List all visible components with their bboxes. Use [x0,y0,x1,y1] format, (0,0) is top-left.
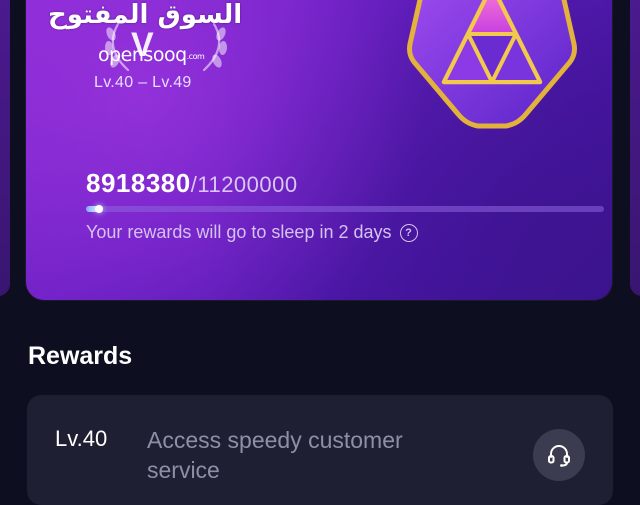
points-total: 11200000 [197,172,298,197]
tier-level-card: السوق المفتوح opensooq.com V Lv.40 – Lv.… [26,0,612,300]
points-progress-bar [86,205,604,213]
customer-service-button[interactable] [533,429,585,481]
points-counter: 8918380/11200000 [86,168,298,199]
reward-description: Access speedy customer service [147,427,403,483]
next-tier-card-edge[interactable] [630,0,640,296]
sleep-notice-text: Your rewards will go to sleep in 2 days [86,222,392,242]
previous-tier-card-edge[interactable] [0,0,10,296]
points-progress-knob [95,205,103,213]
watermark-domain: .com [186,52,205,61]
tier-level-range: Lv.40 – Lv.49 [94,74,192,91]
reward-level-label: Lv.40 [55,426,108,451]
tier-letter: V [131,26,154,64]
rewards-section-title: Rewards [28,342,133,370]
headset-icon [548,445,570,467]
reward-item[interactable]: Lv.40 Access speedy customer service [27,395,613,505]
points-current: 8918380 [86,168,191,198]
help-icon[interactable]: ? [399,223,418,242]
triangle-gem-badge-icon [407,0,577,129]
rewards-sleep-notice: Your rewards will go to sleep in 2 days … [86,222,418,243]
